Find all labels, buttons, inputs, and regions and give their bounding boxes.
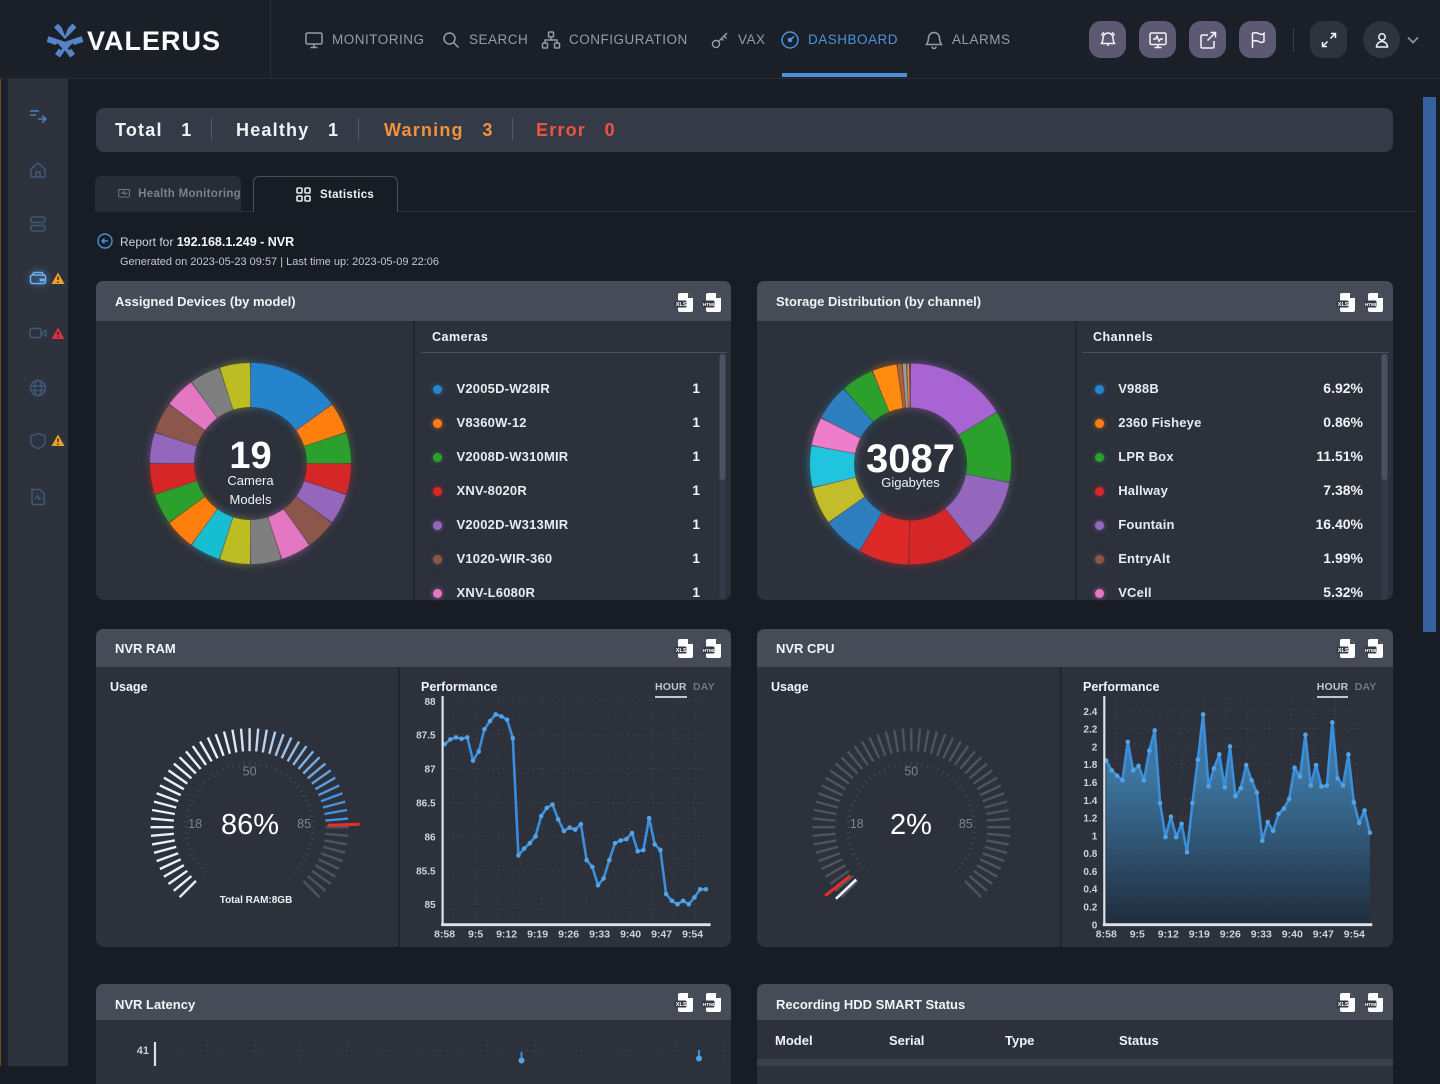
svg-text:9:12: 9:12 [496,929,517,941]
svg-text:HTML: HTML [1365,648,1378,653]
svg-text:1: 1 [1092,831,1098,842]
svg-text:9:54: 9:54 [1344,929,1365,941]
svg-text:2: 2 [1092,742,1098,753]
svg-text:9:26: 9:26 [1220,929,1241,941]
svg-text:HTML: HTML [703,302,716,307]
svg-text:9:19: 9:19 [527,929,548,941]
svg-text:0.2: 0.2 [1083,903,1097,914]
svg-text:1.8: 1.8 [1083,760,1097,771]
svg-text:HTML: HTML [703,648,716,653]
svg-text:HTML: HTML [703,1002,716,1007]
svg-text:XLS: XLS [1338,648,1349,654]
svg-text:86: 86 [424,832,436,843]
svg-text:XLS: XLS [676,648,687,654]
svg-text:2.4: 2.4 [1083,707,1097,718]
svg-text:9:47: 9:47 [1313,929,1334,941]
svg-text:9:33: 9:33 [1251,929,1272,941]
svg-text:1.6: 1.6 [1083,778,1097,789]
svg-text:9:12: 9:12 [1158,929,1179,941]
svg-text:XLS: XLS [676,302,687,308]
svg-text:9:47: 9:47 [651,929,672,941]
svg-text:88: 88 [424,697,436,708]
svg-text:87.5: 87.5 [416,731,436,742]
svg-text:9:19: 9:19 [1189,929,1210,941]
svg-text:8:58: 8:58 [434,929,455,941]
svg-text:XLS: XLS [676,1002,687,1008]
svg-text:9:40: 9:40 [620,929,641,941]
svg-text:XLS: XLS [1338,302,1349,308]
svg-text:HTML: HTML [1365,1002,1378,1007]
svg-text:87: 87 [424,765,436,776]
svg-text:41: 41 [137,1045,149,1057]
svg-text:85: 85 [424,900,436,911]
svg-text:9:26: 9:26 [558,929,579,941]
svg-text:1.4: 1.4 [1083,796,1097,807]
svg-text:HTML: HTML [1365,302,1378,307]
svg-text:8:58: 8:58 [1096,929,1117,941]
svg-text:XLS: XLS [1338,1002,1349,1008]
svg-text:1.2: 1.2 [1083,814,1097,825]
svg-text:9:5: 9:5 [1130,929,1145,941]
svg-text:9:5: 9:5 [468,929,483,941]
svg-text:50: 50 [243,765,257,779]
svg-text:2.2: 2.2 [1083,725,1097,736]
svg-text:85.5: 85.5 [416,866,436,877]
svg-text:9:40: 9:40 [1282,929,1303,941]
svg-text:50: 50 [904,765,918,779]
svg-text:9:33: 9:33 [589,929,610,941]
svg-text:86.5: 86.5 [416,799,436,810]
svg-text:0.8: 0.8 [1083,849,1097,860]
svg-text:0.4: 0.4 [1083,885,1097,896]
svg-text:0.6: 0.6 [1083,867,1097,878]
svg-text:9:54: 9:54 [682,929,703,941]
